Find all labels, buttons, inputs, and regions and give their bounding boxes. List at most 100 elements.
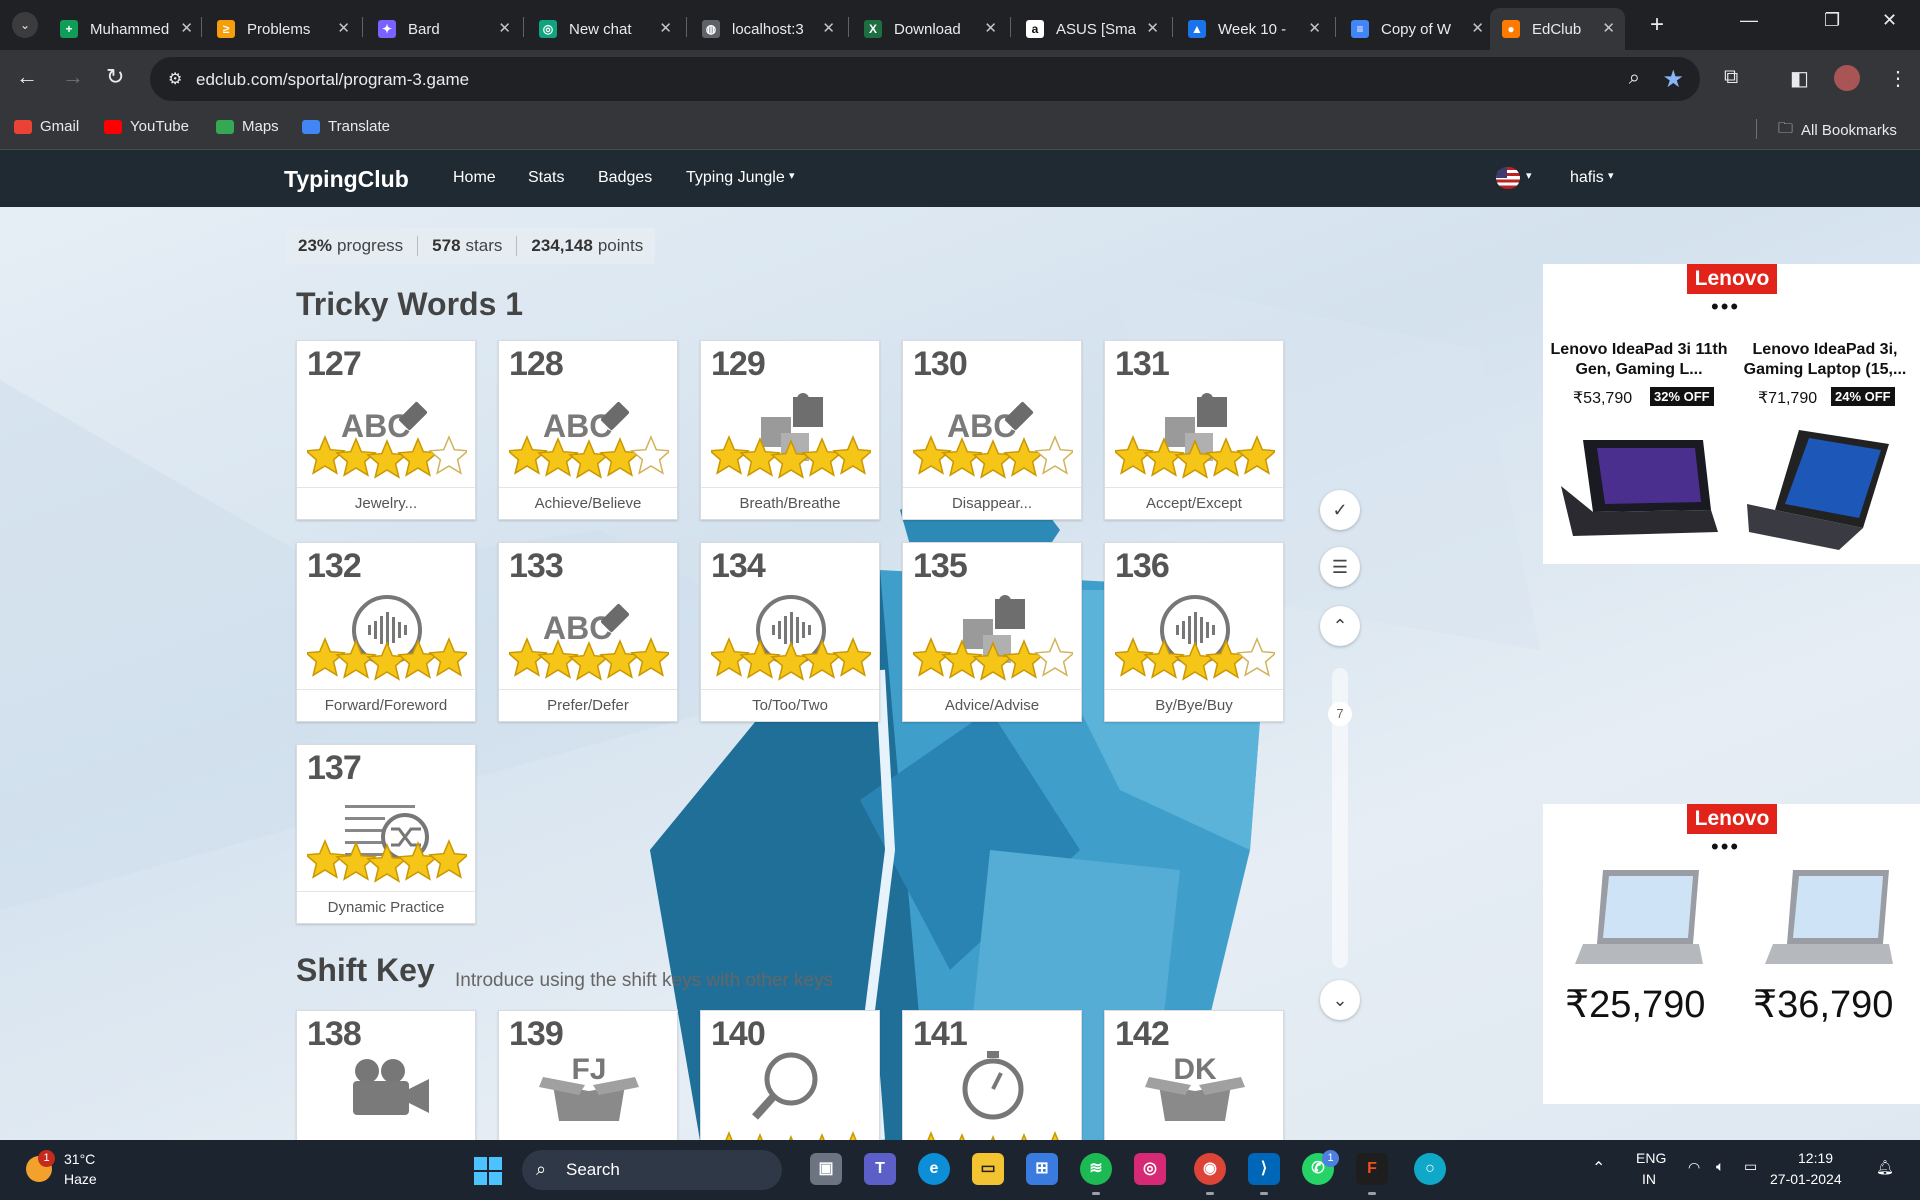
star-rating xyxy=(927,1131,1059,1140)
chrome-icon[interactable]: ◉ xyxy=(1194,1153,1226,1195)
us-flag-icon[interactable] xyxy=(1496,167,1520,189)
scroll-down-icon[interactable]: ⌄ xyxy=(1320,980,1360,1020)
wifi-icon[interactable]: ◠ xyxy=(1688,1159,1700,1176)
close-tab-icon[interactable]: ✕ xyxy=(180,19,193,37)
vscode-icon[interactable]: ⟩ xyxy=(1248,1153,1280,1195)
lesson-card[interactable]: 140 xyxy=(700,1010,880,1140)
close-tab-icon[interactable]: ✕ xyxy=(498,19,511,37)
forward-icon[interactable]: → xyxy=(62,64,84,90)
browser-tab[interactable]: X Download ✕ xyxy=(852,8,1007,50)
lesson-card[interactable]: 142 DK xyxy=(1104,1010,1284,1140)
browser-tab[interactable]: ≥ Problems ✕ xyxy=(205,8,360,50)
weather-condition[interactable]: Haze xyxy=(64,1171,97,1187)
lesson-card[interactable]: 127 ABC Jewelry... xyxy=(296,340,476,520)
lenovo-ad-bottom[interactable]: Lenovo ••• ₹25,790 ₹36,790 xyxy=(1543,804,1920,1104)
lesson-card[interactable]: 132 Forward/Foreword xyxy=(296,542,476,722)
reload-icon[interactable]: ↻ xyxy=(106,64,124,90)
lesson-card[interactable]: 138 xyxy=(296,1010,476,1140)
lesson-card[interactable]: 135 Advice/Advise xyxy=(902,542,1082,722)
instagram-icon[interactable]: ◎ xyxy=(1134,1153,1166,1185)
close-tab-icon[interactable]: ✕ xyxy=(1471,19,1484,37)
taskbar-search[interactable]: ⌕ Search xyxy=(522,1150,782,1190)
profile-avatar[interactable] xyxy=(1834,65,1860,91)
side-panel-icon[interactable]: ◧ xyxy=(1790,66,1809,91)
lesson-card[interactable]: 137 Dynamic Practice xyxy=(296,744,476,924)
spotify-icon[interactable]: ≋ xyxy=(1080,1153,1112,1195)
figma-icon[interactable]: F xyxy=(1356,1153,1388,1195)
lenovo-ad-top[interactable]: Lenovo ••• Lenovo IdeaPad 3i 11th Gen, G… xyxy=(1543,264,1920,564)
nav-typing-jungle[interactable]: Typing Jungle xyxy=(686,169,785,187)
windows-start-icon[interactable] xyxy=(474,1157,502,1185)
ad-product-name[interactable]: Lenovo IdeaPad 3i 11th Gen, Gaming L... xyxy=(1549,340,1729,380)
minimize-icon[interactable]: — xyxy=(1740,10,1758,31)
bookmark-translate[interactable]: Translate xyxy=(302,118,390,135)
notifications-bell-icon[interactable]: 🔔︎ xyxy=(1876,1159,1894,1176)
show-hidden-icons[interactable]: ⌃ xyxy=(1592,1158,1605,1178)
clock-date[interactable]: 27-01-2024 xyxy=(1770,1171,1842,1187)
list-menu-icon[interactable]: ☰ xyxy=(1320,547,1360,587)
site-info-icon[interactable]: ⚙ xyxy=(168,69,182,89)
close-tab-icon[interactable]: ✕ xyxy=(822,19,835,37)
close-tab-icon[interactable]: ✕ xyxy=(337,19,350,37)
close-tab-icon[interactable]: ✕ xyxy=(1146,19,1159,37)
check-progress-icon[interactable]: ✓ xyxy=(1320,490,1360,530)
restore-icon[interactable]: ❐ xyxy=(1824,10,1840,31)
browser-tab[interactable]: ● EdClub ✕ xyxy=(1490,8,1625,50)
ad-product-name[interactable]: Lenovo IdeaPad 3i, Gaming Laptop (15,... xyxy=(1735,340,1915,380)
task-view-icon[interactable]: ▣ xyxy=(810,1153,842,1185)
close-tab-icon[interactable]: ✕ xyxy=(1308,19,1321,37)
browser-tab[interactable]: a ASUS [Sma ✕ xyxy=(1014,8,1169,50)
nav-badges[interactable]: Badges xyxy=(598,169,652,187)
site-logo[interactable]: TypingClub xyxy=(284,166,409,193)
store-icon[interactable]: ⊞ xyxy=(1026,1153,1058,1185)
bookmark-maps[interactable]: Maps xyxy=(216,118,279,135)
browser-tab[interactable]: + Muhammed ✕ xyxy=(48,8,203,50)
clock-time[interactable]: 12:19 xyxy=(1798,1150,1833,1166)
extensions-icon[interactable]: ⧉ xyxy=(1724,66,1738,89)
nav-home[interactable]: Home xyxy=(453,169,496,187)
close-tab-icon[interactable]: ✕ xyxy=(984,19,997,37)
lenovo-logo: Lenovo xyxy=(1687,804,1777,834)
language-top[interactable]: ENG xyxy=(1636,1150,1666,1166)
close-tab-icon[interactable]: ✕ xyxy=(1602,19,1615,37)
browser-tab[interactable]: ≡ Copy of W ✕ xyxy=(1339,8,1494,50)
browser-tab[interactable]: ▲ Week 10 - ✕ xyxy=(1176,8,1331,50)
lesson-card[interactable]: 134 To/Too/Two xyxy=(700,542,880,722)
language-bottom[interactable]: IN xyxy=(1642,1171,1656,1187)
temperature[interactable]: 31°C xyxy=(64,1151,95,1167)
close-window-icon[interactable]: ✕ xyxy=(1882,10,1897,31)
tab-search-icon[interactable]: ⌄ xyxy=(12,12,38,38)
bookmark-gmail[interactable]: Gmail xyxy=(14,118,79,135)
new-tab-icon[interactable]: + xyxy=(1650,11,1664,39)
ad-price: ₹25,790 xyxy=(1565,984,1706,1026)
browser-tab[interactable]: ✦ Bard ✕ xyxy=(366,8,521,50)
lesson-card[interactable]: 136 By/Bye/Buy xyxy=(1104,542,1284,722)
scroll-up-icon[interactable]: ⌃ xyxy=(1320,606,1360,646)
user-menu[interactable]: hafis xyxy=(1570,169,1604,187)
lesson-card[interactable]: 129 Breath/Breathe xyxy=(700,340,880,520)
zoom-icon[interactable]: ⌕ xyxy=(1629,67,1640,90)
edge-icon[interactable]: e xyxy=(918,1153,950,1185)
volume-icon[interactable]: 🔈︎ xyxy=(1716,1158,1724,1175)
lesson-card[interactable]: 141 xyxy=(902,1010,1082,1140)
lesson-card[interactable]: 131 Accept/Except xyxy=(1104,340,1284,520)
battery-icon[interactable]: ▭ xyxy=(1744,1158,1757,1175)
browser-menu-icon[interactable]: ⋮ xyxy=(1888,66,1908,91)
browser-tab[interactable]: ◍ localhost:3 ✕ xyxy=(690,8,845,50)
address-bar[interactable]: ⚙ edclub.com/sportal/program-3.game ⌕ ★ xyxy=(150,57,1700,101)
cortana-icon[interactable]: ○ xyxy=(1414,1153,1446,1185)
lesson-card[interactable]: 128 ABC Achieve/Believe xyxy=(498,340,678,520)
lesson-card[interactable]: 139 FJ xyxy=(498,1010,678,1140)
bookmark-star-icon[interactable]: ★ xyxy=(1662,65,1684,94)
file-explorer-icon[interactable]: ▭ xyxy=(972,1153,1004,1185)
teams-icon[interactable]: T xyxy=(864,1153,896,1185)
lesson-card[interactable]: 130 ABC Disappear... xyxy=(902,340,1082,520)
close-tab-icon[interactable]: ✕ xyxy=(659,19,672,37)
all-bookmarks[interactable]: 🗀 All Bookmarks xyxy=(1778,118,1897,143)
nav-stats[interactable]: Stats xyxy=(528,169,564,187)
bookmark-youtube[interactable]: YouTube xyxy=(104,118,189,135)
lesson-card[interactable]: 133 ABC Prefer/Defer xyxy=(498,542,678,722)
url-text[interactable]: edclub.com/sportal/program-3.game xyxy=(196,70,469,90)
back-icon[interactable]: ← xyxy=(16,64,38,90)
browser-tab[interactable]: ◎ New chat ✕ xyxy=(527,8,682,50)
